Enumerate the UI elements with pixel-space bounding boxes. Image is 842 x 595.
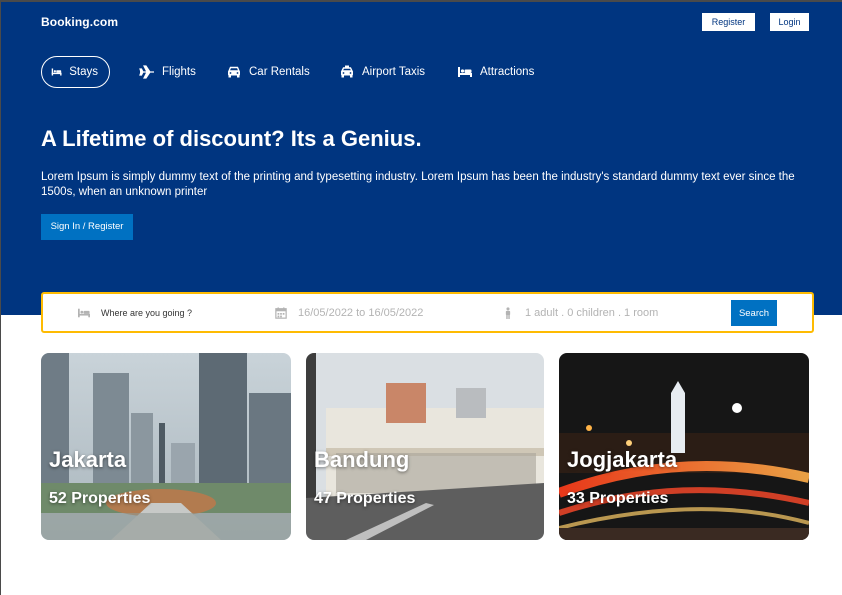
calendar-icon (275, 306, 287, 319)
person-icon (505, 306, 511, 319)
nav-attractions[interactable]: Attractions (457, 56, 534, 88)
hero-section (1, 2, 842, 315)
card-properties-count: 52 Properties (49, 490, 151, 507)
nav-stays-label: Stays (69, 66, 98, 78)
guests-text: 1 adult . 0 children . 1 room (525, 306, 659, 319)
login-button[interactable]: Login (770, 13, 809, 31)
nav-flights-label: Flights (162, 66, 196, 78)
hero-description: Lorem Ipsum is simply dummy text of the … (41, 171, 795, 198)
destination-card-bandung[interactable]: Bandung 47 Properties (306, 353, 544, 540)
site-logo[interactable]: Booking.com (41, 15, 118, 29)
date-range-text: 16/05/2022 to 16/05/2022 (298, 306, 424, 319)
card-title: Bandung (314, 447, 410, 472)
destination-field[interactable] (77, 294, 251, 331)
nav-car-rentals-label: Car Rentals (249, 66, 310, 78)
destination-input[interactable] (101, 307, 251, 318)
search-button[interactable]: Search (731, 300, 777, 326)
guests-field[interactable]: 1 adult . 0 children . 1 room (501, 294, 658, 331)
plane-icon (139, 65, 154, 79)
card-properties-count: 47 Properties (314, 490, 416, 507)
card-properties-count: 33 Properties (567, 490, 669, 507)
destination-card-jakarta[interactable]: Jakarta 52 Properties (41, 353, 291, 540)
taxi-icon (340, 65, 354, 78)
bed-icon (51, 68, 62, 76)
nav-attractions-label: Attractions (480, 66, 535, 78)
nav-stays[interactable]: Stays (41, 56, 110, 88)
nav-car-rentals[interactable]: Car Rentals (226, 56, 310, 88)
search-bar: 16/05/2022 to 16/05/2022 1 adult . 0 chi… (41, 292, 814, 333)
nav-airport-taxis-label: Airport Taxis (362, 66, 426, 78)
bed-icon (458, 67, 472, 77)
destination-card-jogjakarta[interactable]: Jogjakarta 33 Properties (559, 353, 809, 540)
card-title: Jakarta (49, 447, 127, 472)
hero-headline: A Lifetime of discount? Its a Genius. (41, 126, 422, 151)
bed-icon (78, 308, 90, 317)
card-title: Jogjakarta (567, 447, 678, 472)
nav-airport-taxis[interactable]: Airport Taxis (339, 56, 425, 88)
date-field[interactable]: 16/05/2022 to 16/05/2022 (274, 294, 423, 331)
sign-in-register-button[interactable]: Sign In / Register (41, 214, 133, 240)
car-icon (227, 66, 241, 78)
nav-flights[interactable]: Flights (139, 56, 196, 88)
register-button[interactable]: Register (702, 13, 755, 31)
